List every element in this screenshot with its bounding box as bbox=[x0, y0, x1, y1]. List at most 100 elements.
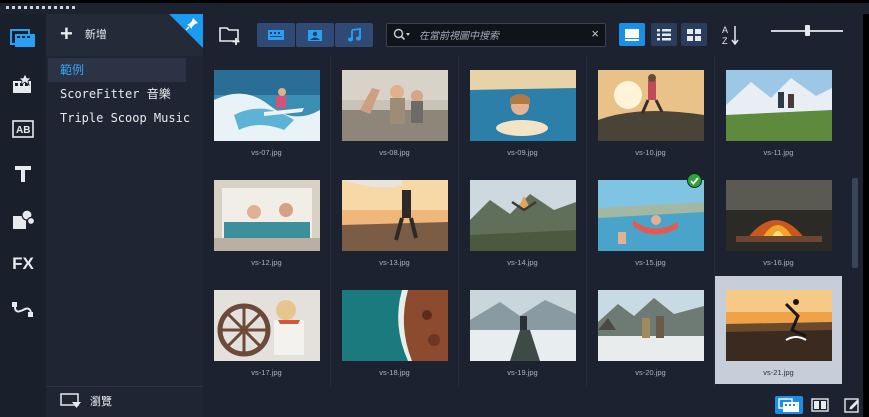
scrollbar-thumb[interactable] bbox=[852, 178, 858, 268]
tree-item-samples[interactable]: 範例 bbox=[48, 58, 186, 82]
grid-scrollbar[interactable] bbox=[849, 56, 861, 386]
list-view-icon bbox=[657, 28, 671, 40]
thumbnail-caption: vs-20.jpg bbox=[635, 368, 666, 377]
media-thumbnail[interactable]: vs-09.jpg bbox=[459, 56, 586, 164]
browse-icon bbox=[60, 393, 81, 408]
library-bottom-bar bbox=[203, 386, 869, 417]
folder-add-icon bbox=[219, 27, 240, 45]
add-library-button[interactable]: + 新增 bbox=[60, 21, 107, 46]
search-icon[interactable] bbox=[393, 28, 411, 42]
grid-view-button[interactable] bbox=[681, 23, 707, 46]
import-folder-button[interactable] bbox=[217, 23, 245, 47]
media-panel-icon bbox=[778, 398, 799, 412]
slider-knob[interactable] bbox=[804, 25, 810, 36]
media-thumbnail[interactable]: vs-16.jpg bbox=[715, 166, 842, 274]
thumbnail-image bbox=[726, 290, 832, 361]
sort-button[interactable]: AZ bbox=[721, 23, 741, 47]
thumbnail-caption: vs-16.jpg bbox=[763, 258, 794, 267]
browse-label: 瀏覽 bbox=[90, 396, 112, 408]
thumbnail-caption: vs-08.jpg bbox=[379, 148, 410, 157]
split-view-icon bbox=[811, 398, 829, 412]
thumbnail-image bbox=[470, 290, 576, 361]
checkmark-icon bbox=[687, 173, 702, 188]
media-thumbnail[interactable]: vs-07.jpg bbox=[203, 56, 330, 164]
media-thumbnail[interactable]: vs-17.jpg bbox=[203, 276, 330, 384]
split-view-button[interactable] bbox=[809, 396, 831, 414]
graphics-icon[interactable] bbox=[6, 202, 40, 236]
thumbnail-image bbox=[214, 70, 320, 141]
show-videos-toggle[interactable] bbox=[257, 23, 295, 47]
media-thumbnail[interactable]: vs-12.jpg bbox=[203, 166, 330, 274]
clear-icon[interactable]: × bbox=[591, 26, 599, 41]
pin-icon[interactable] bbox=[185, 17, 199, 31]
thumbnail-image bbox=[214, 290, 320, 361]
text-icon[interactable] bbox=[6, 157, 40, 191]
sort-icon: AZ bbox=[722, 25, 739, 46]
thumbnail-image bbox=[470, 70, 576, 141]
thumbnail-caption: vs-09.jpg bbox=[507, 148, 538, 157]
media-thumbnail[interactable]: vs-13.jpg bbox=[331, 166, 458, 274]
thumbnail-caption: vs-19.jpg bbox=[507, 368, 538, 377]
edit-button[interactable] bbox=[841, 396, 863, 414]
browse-button[interactable]: 瀏覽 bbox=[60, 393, 112, 409]
grid-column-divider bbox=[458, 56, 459, 386]
media-thumbnail[interactable]: vs-10.jpg bbox=[587, 56, 714, 164]
svg-text:AB: AB bbox=[16, 125, 30, 136]
thumbnail-caption: vs-10.jpg bbox=[635, 148, 666, 157]
plus-icon: + bbox=[60, 21, 73, 46]
media-thumbnail[interactable]: vs-08.jpg bbox=[331, 56, 458, 164]
thumbnail-view-button[interactable] bbox=[619, 23, 645, 46]
thumbnail-caption: vs-17.jpg bbox=[251, 368, 282, 377]
search-input[interactable] bbox=[417, 26, 581, 46]
media-icon[interactable] bbox=[6, 20, 40, 54]
transition-icon[interactable] bbox=[6, 292, 40, 326]
edit-icon bbox=[844, 398, 859, 413]
thumbnail-image bbox=[342, 290, 448, 361]
list-view-button[interactable] bbox=[651, 23, 677, 46]
thumbnail-caption: vs-13.jpg bbox=[379, 258, 410, 267]
media-thumbnail[interactable]: vs-18.jpg bbox=[331, 276, 458, 384]
thumbnail-image bbox=[342, 180, 448, 251]
thumbnail-image bbox=[726, 180, 832, 251]
thumbnail-image bbox=[342, 70, 448, 141]
grid-column-divider bbox=[714, 56, 715, 386]
thumbnail-caption: vs-07.jpg bbox=[251, 148, 282, 157]
thumbnail-image bbox=[598, 290, 704, 361]
window-right-edge bbox=[863, 14, 869, 417]
media-thumbnail[interactable]: vs-14.jpg bbox=[459, 166, 586, 274]
svg-text:A: A bbox=[722, 25, 728, 35]
grid-view-icon bbox=[687, 28, 701, 41]
thumbnail-caption: vs-14.jpg bbox=[507, 258, 538, 267]
library-tree: 範例 ScoreFitter 音樂 Triple Scoop Music bbox=[48, 58, 190, 130]
media-thumbnail[interactable]: vs-11.jpg bbox=[715, 56, 842, 164]
library-category-rail: AB FX bbox=[0, 14, 46, 417]
thumbnail-caption: vs-15.jpg bbox=[635, 258, 666, 267]
video-filter-icon bbox=[268, 30, 284, 40]
thumbnail-view-icon bbox=[625, 28, 639, 41]
search-box: × bbox=[386, 23, 606, 47]
instant-project-icon[interactable] bbox=[6, 67, 40, 101]
thumbnail-caption: vs-11.jpg bbox=[763, 148, 794, 157]
svg-text:Z: Z bbox=[722, 36, 728, 46]
library-panel-button[interactable] bbox=[775, 396, 803, 414]
grid-column-divider bbox=[330, 56, 331, 386]
tree-item-triple-scoop[interactable]: Triple Scoop Music bbox=[48, 106, 190, 130]
drag-grip[interactable] bbox=[6, 6, 75, 10]
audio-filter-icon bbox=[348, 28, 361, 42]
media-thumbnail[interactable]: vs-19.jpg bbox=[459, 276, 586, 384]
title-icon[interactable]: AB bbox=[6, 112, 40, 146]
show-photos-toggle[interactable] bbox=[296, 23, 334, 47]
thumbnail-size-slider[interactable] bbox=[771, 25, 843, 36]
media-thumbnail[interactable]: vs-15.jpg bbox=[587, 166, 714, 274]
fx-icon[interactable]: FX bbox=[6, 247, 40, 281]
thumbnail-image bbox=[598, 180, 704, 251]
thumbnail-image bbox=[726, 70, 832, 141]
library-toolbar: × AZ bbox=[203, 14, 863, 56]
show-audio-toggle[interactable] bbox=[335, 23, 373, 47]
grid-column-divider bbox=[586, 56, 587, 386]
media-thumbnail[interactable]: vs-21.jpg bbox=[715, 276, 842, 384]
library-tree-panel: + 新增 範例 ScoreFitter 音樂 Triple Scoop Musi… bbox=[46, 14, 203, 417]
tree-item-scorefitter[interactable]: ScoreFitter 音樂 bbox=[48, 82, 186, 106]
media-thumbnail[interactable]: vs-20.jpg bbox=[587, 276, 714, 384]
tree-header: + 新增 bbox=[46, 14, 203, 56]
